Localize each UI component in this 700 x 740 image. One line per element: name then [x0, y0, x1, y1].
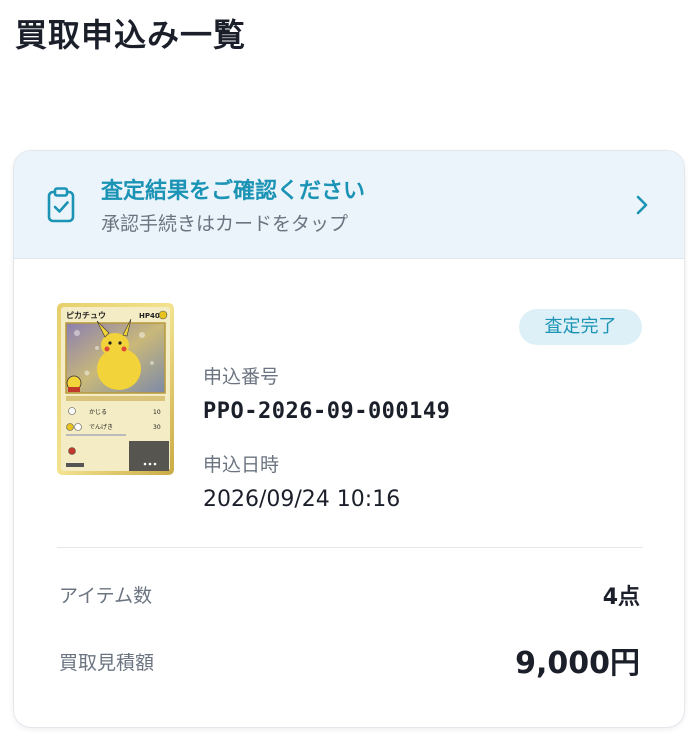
estimate-value: 9,000円: [515, 646, 640, 681]
item-count-label: アイテム数: [59, 585, 153, 607]
review-banner[interactable]: 査定結果をご確認ください 承認手続きはカードをタップ: [14, 151, 684, 259]
estimate-label: 買取見積額: [59, 652, 155, 674]
application-number: PPO-2026-09-000149: [203, 399, 451, 424]
item-count-value: 4点: [602, 585, 640, 610]
thumb-move-2-damage: 30: [153, 424, 161, 431]
application-card[interactable]: 査定結果をご確認ください 承認手続きはカードをタップ ピカチュウ HP40 かじ…: [13, 150, 685, 728]
application-number-label: 申込番号: [203, 366, 280, 388]
application-date-label: 申込日時: [203, 454, 280, 476]
thumb-move-1-damage: 10: [153, 409, 161, 416]
page-title: 買取申込み一覧: [15, 16, 247, 54]
divider: [57, 547, 643, 548]
banner-title: 査定結果をご確認ください: [101, 179, 366, 204]
thumb-move-1: かじる: [89, 409, 107, 416]
clipboard-check-icon: [46, 187, 76, 223]
card-thumbnail: ピカチュウ HP40 かじる 10 でんげき 30: [57, 303, 174, 475]
banner-subtitle: 承認手続きはカードをタップ: [101, 213, 349, 235]
chevron-right-icon[interactable]: [634, 193, 650, 217]
status-badge: 査定完了: [519, 309, 642, 345]
thumb-card-name: ピカチュウ: [66, 310, 106, 320]
application-date: 2026/09/24 10:16: [203, 487, 401, 512]
thumb-move-2: でんげき: [89, 423, 113, 431]
thumb-hp: HP40: [139, 312, 160, 320]
